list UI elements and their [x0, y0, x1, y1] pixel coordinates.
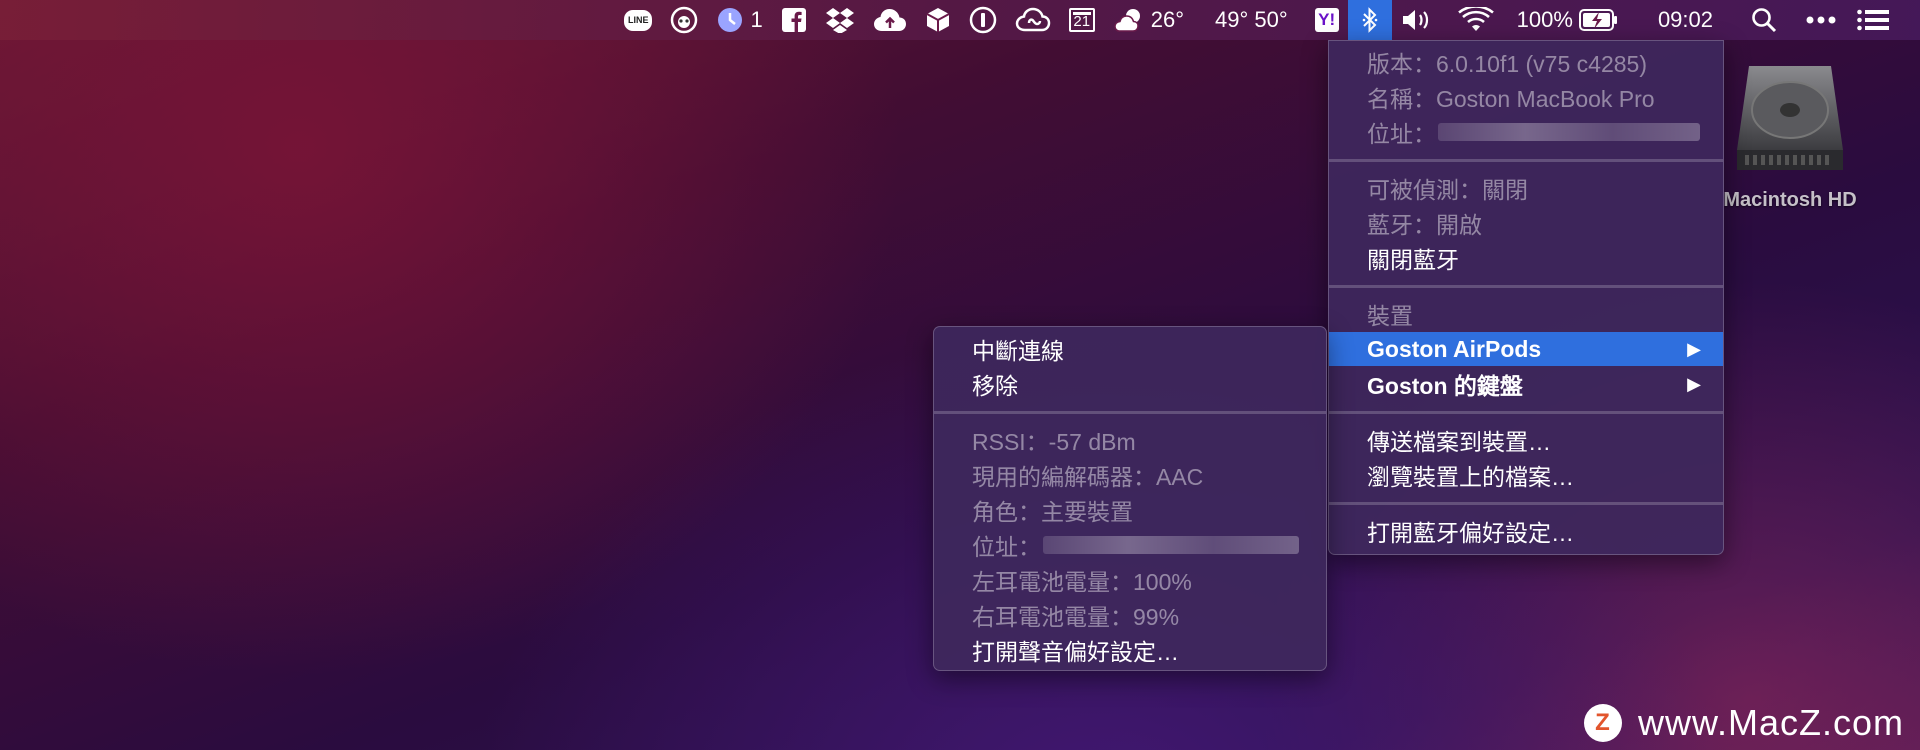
- facebook-icon[interactable]: [772, 0, 816, 40]
- browse-files-item[interactable]: 瀏覽裝置上的檔案…: [1329, 458, 1723, 492]
- clock[interactable]: 09:02: [1628, 0, 1733, 40]
- separator: [1329, 285, 1723, 288]
- temps-text: 49° 50°: [1215, 7, 1288, 32]
- airpods-submenu: 中斷連線 移除 RSSI：-57 dBm 現用的編解碼器：AAC 角色：主要裝置…: [933, 326, 1327, 671]
- open-sound-prefs-item[interactable]: 打開聲音偏好設定…: [934, 633, 1326, 667]
- bluetooth-state: 藍牙：開啟: [1367, 212, 1482, 238]
- device-airpods-item[interactable]: Goston AirPods ▶: [1329, 332, 1723, 366]
- separator: [1329, 502, 1723, 505]
- spotlight-icon[interactable]: [1733, 0, 1786, 40]
- calendar-icon[interactable]: 21: [1060, 0, 1104, 40]
- weather-icon[interactable]: 26°: [1104, 0, 1193, 40]
- watermark: Z www.MacZ.com: [1583, 702, 1904, 744]
- battery-percent: 100%: [1516, 7, 1573, 32]
- left-battery-info: 左耳電池電量：100%: [972, 569, 1192, 595]
- bluetooth-name: 名稱：Goston MacBook Pro: [1367, 86, 1655, 112]
- open-bluetooth-prefs-item[interactable]: 打開藍牙偏好設定…: [1329, 514, 1723, 548]
- right-battery-info: 右耳電池電量：99%: [972, 604, 1180, 630]
- panda-icon[interactable]: [661, 0, 707, 40]
- volume-icon[interactable]: [1392, 0, 1444, 40]
- discoverable-status: 可被偵測：關閉: [1367, 177, 1528, 203]
- device-keyboard-label: Goston 的鍵盤: [1367, 373, 1523, 399]
- submenu-arrow-icon: ▶: [1687, 338, 1701, 359]
- macz-logo: Z: [1583, 704, 1622, 742]
- airpods-address-label: 位址：: [972, 534, 1041, 560]
- cloud-upload-icon[interactable]: [864, 0, 916, 40]
- bluetooth-version: 版本：6.0.10f1 (v75 c4285): [1367, 51, 1647, 77]
- disconnect-item[interactable]: 中斷連線: [934, 332, 1326, 366]
- notification-center-icon[interactable]: [1845, 0, 1898, 40]
- yahoo-label: Y!: [1314, 8, 1339, 32]
- separator: [934, 411, 1326, 414]
- watermark-text: www.MacZ.com: [1637, 702, 1904, 743]
- devices-header: 裝置: [1367, 303, 1413, 329]
- bluetooth-address: 位址：: [1329, 115, 1723, 149]
- more-icon[interactable]: [1786, 0, 1845, 40]
- bluetooth-icon[interactable]: [1347, 0, 1392, 40]
- temperature-sensors[interactable]: 49° 50°: [1193, 0, 1297, 40]
- blurred-address: [1438, 123, 1700, 141]
- clock-time: 09:02: [1657, 7, 1713, 32]
- codec-info: 現用的編解碼器：AAC: [972, 464, 1204, 490]
- send-file-item[interactable]: 傳送檔案到裝置…: [1329, 423, 1723, 457]
- device-keyboard-item[interactable]: Goston 的鍵盤 ▶: [1329, 367, 1723, 401]
- macintosh-hd-label: Macintosh HD: [1723, 189, 1857, 211]
- hard-drive-icon: [1737, 66, 1843, 170]
- weather-temp: 26°: [1150, 7, 1184, 32]
- macintosh-hd-icon[interactable]: Macintosh HD: [1720, 58, 1860, 212]
- separator: [1329, 411, 1723, 414]
- 1password-icon[interactable]: [960, 0, 1006, 40]
- turn-off-bluetooth-item[interactable]: 關閉藍牙: [1329, 241, 1723, 275]
- bluetooth-menu: 版本：6.0.10f1 (v75 c4285) 名稱：Goston MacBoo…: [1328, 40, 1724, 555]
- clock-count: 1: [750, 7, 763, 32]
- menu-bar: LINE 1 21 26° 49° 50° Y! 100% 09:02: [0, 0, 1920, 40]
- battery-icon: [1578, 9, 1617, 31]
- device-airpods-label: Goston AirPods: [1367, 335, 1542, 362]
- creative-cloud-icon[interactable]: [1006, 0, 1060, 40]
- line-icon[interactable]: LINE: [615, 0, 662, 40]
- wifi-icon[interactable]: [1444, 0, 1503, 40]
- separator: [1329, 159, 1723, 162]
- dropbox-icon[interactable]: [816, 0, 864, 40]
- rssi-info: RSSI：-57 dBm: [972, 429, 1136, 455]
- yahoo-icon[interactable]: Y!: [1297, 0, 1348, 40]
- battery-indicator[interactable]: 100%: [1503, 0, 1628, 40]
- airpods-address: 位址：: [934, 528, 1326, 562]
- calendar-day: 21: [1073, 13, 1091, 30]
- remove-item[interactable]: 移除: [934, 367, 1326, 401]
- submenu-arrow-icon: ▶: [1687, 373, 1701, 394]
- box-icon[interactable]: [916, 0, 960, 40]
- blurred-address: [1043, 536, 1299, 554]
- line-label: LINE: [623, 9, 653, 31]
- role-info: 角色：主要裝置: [972, 499, 1133, 525]
- bluetooth-address-label: 位址：: [1367, 121, 1436, 147]
- clock-icon[interactable]: 1: [707, 0, 771, 40]
